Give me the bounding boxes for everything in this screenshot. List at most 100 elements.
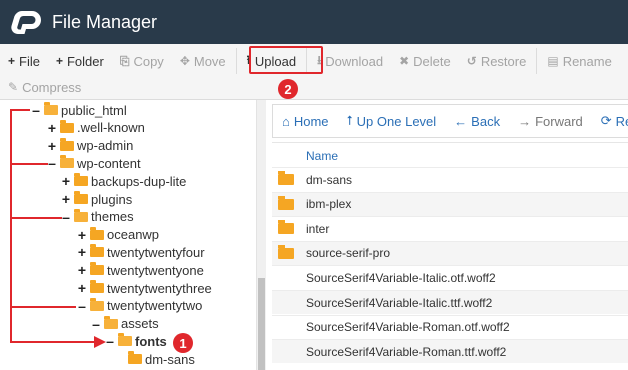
tree-item-backups-dup-lite[interactable]: + backups-dup-lite — [60, 172, 186, 190]
tree-item-assets[interactable]: – assets — [90, 315, 159, 333]
collapse-icon[interactable]: – — [76, 298, 88, 314]
home-nav-button[interactable]: ⌂ Home — [273, 114, 338, 129]
table-row[interactable]: inter — [272, 216, 628, 240]
table-row[interactable]: ibm-plex — [272, 191, 628, 216]
forward-nav-label: Forward — [535, 113, 583, 129]
folder-icon — [90, 280, 104, 293]
tree-item-label: twentytwentyone — [107, 262, 204, 278]
folder-icon — [90, 262, 104, 276]
navigation-bar: ⌂Home⭡Up One Level←Back→Forward⟳Reload — [272, 104, 628, 138]
restore-button[interactable]: ↺ Restore — [459, 49, 535, 73]
file-button[interactable]: + File — [0, 49, 48, 73]
forward-nav-button[interactable]: → Forward — [509, 114, 592, 129]
folder-icon — [60, 137, 74, 151]
tree-item-public-html[interactable]: – public_html — [30, 101, 127, 119]
column-header-name[interactable]: Name — [306, 149, 338, 163]
tree-item-twentytwentythree[interactable]: + twentytwentythree — [76, 279, 212, 297]
tree-item-label: public_html — [61, 102, 127, 118]
tree-item-label: twentytwentythree — [107, 280, 212, 296]
expand-icon[interactable]: + — [60, 173, 72, 189]
file-name: ibm-plex — [306, 197, 352, 212]
tree-item-label: wp-content — [77, 155, 141, 171]
tree-item-dm-sans[interactable]: dm-sans — [128, 350, 195, 368]
tree-item-well-known[interactable]: + .well-known — [46, 119, 145, 137]
folder-tree[interactable]: – public_html + .well-known + wp-admin – wp-con… — [0, 100, 256, 370]
folder-button[interactable]: + Folder — [48, 49, 112, 73]
delete-button-label: Delete — [413, 53, 451, 69]
reload-nav-button[interactable]: ⟳Reload — [592, 113, 628, 129]
file-icon: + — [8, 54, 16, 68]
up-one-level-nav-button[interactable]: ⭡ Up One Level — [338, 113, 446, 129]
rename-icon: ▤ — [547, 54, 559, 68]
table-row[interactable]: SourceSerif4Variable-Italic.otf.woff2 — [272, 265, 628, 289]
folder-icon — [278, 171, 294, 185]
file-name: inter — [306, 221, 330, 236]
file-name: SourceSerif4Variable-Roman.otf.woff2 — [306, 320, 510, 335]
tree-item-themes[interactable]: – themes — [60, 208, 134, 226]
move-button-label: Move — [193, 53, 226, 69]
collapse-icon[interactable]: – — [90, 316, 102, 332]
tree-item-label: dm-sans — [145, 351, 195, 367]
annotation-badge-2: 2 — [278, 79, 298, 99]
tree-item-wp-content[interactable]: – wp-content — [46, 154, 141, 172]
copy-button[interactable]: ⎘ Copy — [112, 49, 172, 73]
tree-scrollbar[interactable] — [256, 100, 266, 370]
restore-button-label: Restore — [480, 53, 527, 69]
folder-icon — [104, 315, 118, 329]
folder-icon — [90, 226, 104, 240]
move-button[interactable]: ✥ Move — [172, 49, 234, 73]
folder-icon: + — [55, 54, 63, 68]
back-nav-label: Back — [471, 113, 501, 129]
tree-item-wp-admin[interactable]: + wp-admin — [46, 137, 133, 155]
tree-item-fonts[interactable]: – fonts — [104, 332, 167, 350]
table-row[interactable]: dm-sans — [272, 167, 628, 191]
compress-button[interactable]: ✎ Compress — [0, 75, 89, 99]
annotation-arrow-icon — [94, 336, 106, 348]
reload-nav-label: Reload — [615, 113, 628, 129]
annotation-line-wp-content — [10, 163, 48, 165]
table-row[interactable]: source-serif-pro — [272, 240, 628, 265]
folder-icon — [278, 220, 294, 235]
expand-icon[interactable]: + — [46, 120, 58, 136]
folder-icon — [60, 119, 74, 133]
file-name: SourceSerif4Variable-Italic.otf.woff2 — [306, 270, 496, 285]
cpanel-logo-icon — [11, 11, 42, 34]
tree-item-plugins[interactable]: + plugins — [60, 190, 132, 208]
compress-button-label: Compress — [22, 79, 82, 95]
folder-icon — [278, 195, 294, 210]
tree-item-twentytwentytwo[interactable]: – twentytwentytwo — [76, 297, 202, 315]
expand-icon[interactable]: + — [76, 280, 88, 296]
expand-icon[interactable]: + — [60, 191, 72, 207]
up-one-level-icon: ⭡ — [346, 113, 353, 128]
upload-highlight-box — [249, 46, 323, 74]
delete-icon: ✖ — [399, 54, 410, 68]
folder-icon — [74, 208, 88, 222]
expand-icon[interactable]: + — [76, 262, 88, 278]
tree-item-twentytwentyone[interactable]: + twentytwentyone — [76, 261, 204, 279]
table-row[interactable]: SourceSerif4Variable-Roman.ttf.woff2 — [272, 339, 628, 364]
copy-icon: ⎘ — [119, 53, 130, 68]
annotation-line-public-html — [10, 109, 30, 111]
table-row[interactable]: SourceSerif4Variable-Italic.ttf.woff2 — [272, 290, 628, 314]
rename-button[interactable]: ▤ Rename — [539, 49, 619, 73]
file-list-panel: ⌂Home⭡Up One Level←Back→Forward⟳Reload N… — [268, 100, 628, 370]
tree-scrollbar-thumb[interactable] — [258, 278, 265, 370]
folder-icon — [278, 244, 294, 259]
tree-item-twentytwentyfour[interactable]: + twentytwentyfour — [76, 243, 205, 261]
expand-icon[interactable]: + — [76, 227, 88, 243]
restore-icon: ↺ — [466, 54, 477, 68]
annotation-badge-1: 1 — [173, 333, 193, 353]
table-row[interactable]: SourceSerif4Variable-Roman.otf.woff2 — [272, 314, 628, 339]
tree-item-oceanwp[interactable]: + oceanwp — [76, 226, 159, 244]
collapse-icon[interactable]: – — [30, 102, 42, 118]
expand-icon[interactable]: + — [76, 244, 88, 260]
annotation-line-fonts — [10, 341, 96, 343]
tree-item-label: plugins — [91, 191, 133, 207]
forward-icon: → — [518, 113, 532, 129]
back-nav-button[interactable]: ← Back — [445, 114, 509, 129]
annotation-line-themes — [10, 217, 62, 219]
expand-icon[interactable]: + — [46, 138, 58, 154]
tree-item-label: twentytwentytwo — [107, 298, 203, 314]
delete-button[interactable]: ✖ Delete — [391, 49, 459, 73]
tree-item-label: twentytwentyfour — [107, 244, 205, 260]
